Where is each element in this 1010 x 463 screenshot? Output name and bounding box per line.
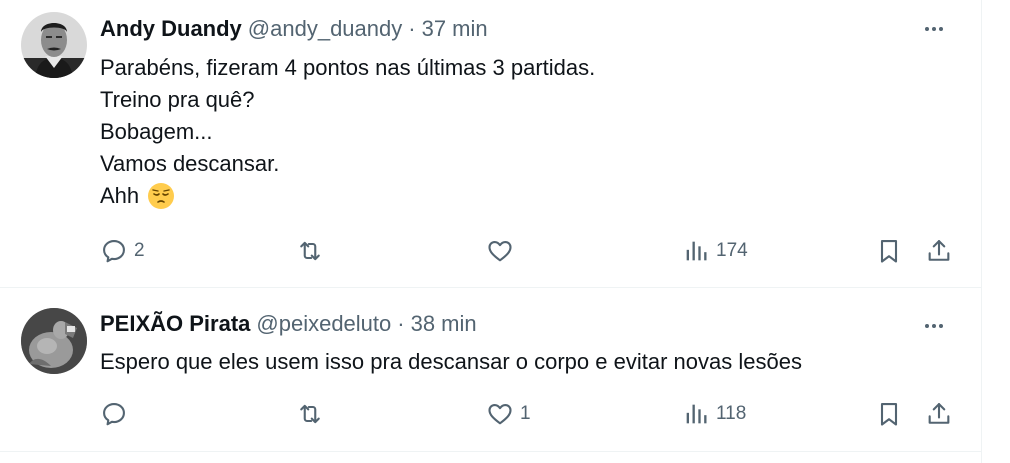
- author-handle[interactable]: @peixedeluto: [256, 311, 391, 337]
- more-horizontal-icon: [925, 27, 943, 31]
- like-count: 1: [520, 403, 531, 424]
- tweet-header: PEIXÃO Pirata @peixedeluto · 38 min: [100, 310, 477, 338]
- tweet-text-line: Treino pra quê?: [100, 87, 255, 112]
- tweet-text: Espero que eles usem isso pra descansar …: [100, 346, 802, 378]
- tweet-actions: 2 174: [100, 236, 960, 266]
- tweet-text: Parabéns, fizeram 4 pontos nas últimas 3…: [100, 52, 595, 212]
- separator-dot: ·: [408, 16, 416, 41]
- separator-dot: ·: [397, 311, 405, 336]
- heart-icon: [488, 403, 512, 425]
- bookmark-icon: [880, 403, 898, 426]
- more-options-button[interactable]: [916, 15, 952, 43]
- avatar[interactable]: [21, 308, 87, 374]
- analytics-bars-icon: [686, 241, 707, 261]
- pensive-face-emoji-icon: [148, 183, 175, 209]
- author-name[interactable]: Andy Duandy: [100, 16, 242, 42]
- reply-button[interactable]: 2: [100, 236, 145, 266]
- tweet-text-line: Bobagem...: [100, 119, 213, 144]
- timeline: Andy Duandy @andy_duandy · 37 min Parabé…: [0, 0, 982, 463]
- analytics-bars-icon: [686, 404, 707, 424]
- bookmark-button[interactable]: [875, 236, 903, 266]
- view-count: 118: [716, 403, 747, 424]
- author-handle[interactable]: @andy_duandy: [248, 16, 402, 42]
- like-button[interactable]: [486, 236, 520, 266]
- views-button[interactable]: 174: [682, 236, 748, 266]
- share-button[interactable]: [925, 399, 953, 429]
- tweet-actions: 1 118: [100, 399, 960, 429]
- share-upload-icon: [928, 403, 950, 424]
- bookmark-button[interactable]: [875, 399, 903, 429]
- share-upload-icon: [928, 240, 950, 261]
- tweet-text-line: Espero que eles usem isso pra descansar …: [100, 349, 802, 374]
- reply-bubble-icon: [103, 240, 125, 263]
- tweet-text-word: Ahh: [100, 183, 140, 208]
- like-button[interactable]: 1: [486, 399, 531, 429]
- tweet-text-line: Vamos descansar.: [100, 151, 280, 176]
- tweet[interactable]: PEIXÃO Pirata @peixedeluto · 38 min Espe…: [0, 288, 982, 452]
- avatar[interactable]: [21, 12, 87, 78]
- heart-icon: [488, 240, 512, 262]
- tweet-text-line: Parabéns, fizeram 4 pontos nas últimas 3…: [100, 55, 596, 80]
- share-button[interactable]: [925, 236, 953, 266]
- repost-arrows-icon: [300, 404, 320, 424]
- timestamp[interactable]: 38 min: [411, 311, 477, 337]
- view-count: 174: [716, 240, 748, 261]
- reply-button[interactable]: [100, 399, 134, 429]
- reply-count: 2: [134, 240, 145, 261]
- tweet[interactable]: Andy Duandy @andy_duandy · 37 min Parabé…: [0, 0, 982, 288]
- repost-button[interactable]: [296, 399, 330, 429]
- tweet-text-line-last: Ahh: [100, 180, 595, 212]
- more-options-button[interactable]: [916, 312, 952, 340]
- tweet-header: Andy Duandy @andy_duandy · 37 min: [100, 15, 488, 43]
- repost-arrows-icon: [300, 241, 320, 261]
- repost-button[interactable]: [296, 236, 330, 266]
- author-name[interactable]: PEIXÃO Pirata: [100, 311, 250, 337]
- reply-bubble-icon: [103, 403, 125, 426]
- bookmark-icon: [880, 240, 898, 263]
- timestamp[interactable]: 37 min: [422, 16, 488, 42]
- views-button[interactable]: 118: [682, 399, 746, 429]
- more-horizontal-icon: [925, 324, 943, 328]
